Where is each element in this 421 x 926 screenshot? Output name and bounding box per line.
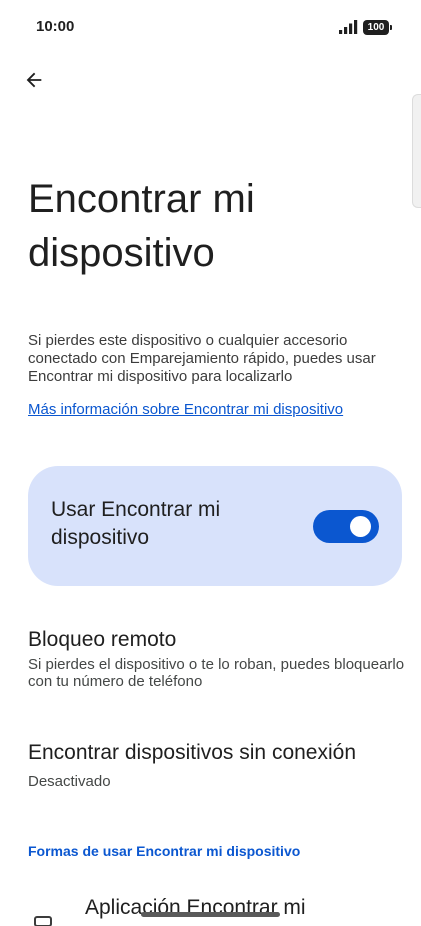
gesture-navigation-bar[interactable]	[141, 912, 280, 917]
signal-icon	[339, 20, 358, 34]
arrow-back-icon	[26, 72, 42, 88]
battery-icon: 100	[363, 20, 392, 35]
page-title: Encontrar mi dispositivo	[28, 177, 255, 275]
setting-offline-devices[interactable]: Encontrar dispositivos sin conexión Desa…	[28, 739, 408, 790]
setting-title: Bloqueo remoto	[28, 628, 177, 651]
setting-title: Encontrar dispositivos sin conexión	[28, 741, 357, 764]
find-my-device-toggle[interactable]	[313, 510, 379, 543]
setting-summary: Si pierdes el dispositivo o te lo roban,…	[28, 656, 405, 690]
status-bar: 10:00 100	[0, 0, 421, 56]
section-header: Formas de usar Encontrar mi dispositivo	[28, 843, 301, 859]
app-item-find-my-device[interactable]: Aplicación Encontrar mi	[28, 890, 408, 926]
scrollbar[interactable]	[412, 94, 421, 208]
app-item-title: Aplicación Encontrar mi	[85, 896, 306, 919]
main-toggle-label: Usar Encontrar mi dispositivo	[51, 498, 221, 549]
setting-summary: Desactivado	[28, 773, 111, 790]
find-my-device-screen: 10:00 100 Encontrar mi dispositivo Si pi…	[0, 0, 421, 926]
toggle-thumb	[350, 516, 371, 537]
main-toggle-card[interactable]: Usar Encontrar mi dispositivo	[28, 466, 402, 586]
intro-description: Si pierdes este dispositivo o cualquier …	[28, 332, 376, 385]
learn-more-link[interactable]: Más información sobre Encontrar mi dispo…	[28, 401, 343, 419]
phone-icon	[34, 916, 52, 926]
status-time: 10:00	[36, 18, 75, 35]
back-button[interactable]	[16, 62, 52, 98]
setting-remote-lock[interactable]: Bloqueo remoto Si pierdes el dispositivo…	[28, 626, 408, 690]
